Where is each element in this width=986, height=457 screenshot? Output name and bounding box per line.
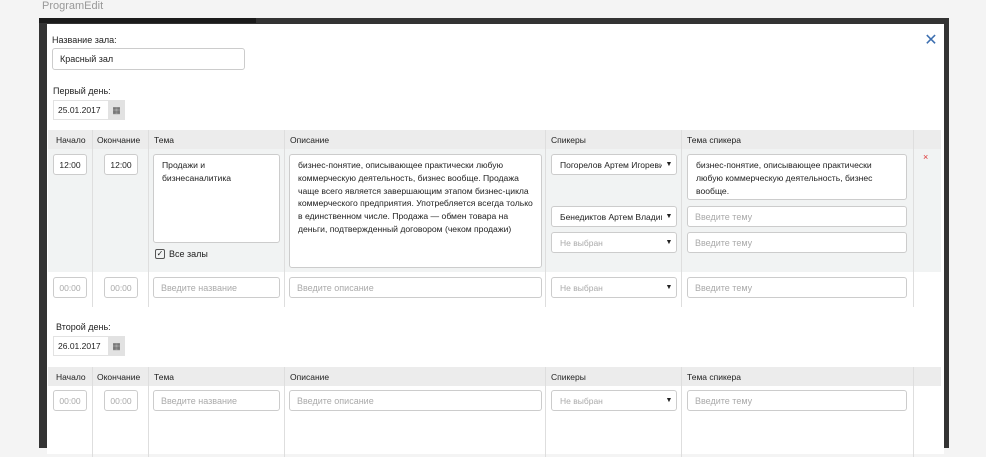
checkbox-check-icon[interactable]: ✓ — [155, 249, 165, 259]
col-start: Начало — [56, 135, 86, 145]
col-start: Начало — [56, 372, 86, 382]
col-speakers: Спикеры — [551, 372, 586, 382]
session-start-input[interactable]: 12:00 — [53, 154, 87, 175]
col-speaker-topic: Тема спикера — [687, 135, 741, 145]
col-divider — [913, 367, 914, 457]
new-speaker-select-value: Не выбран — [560, 282, 603, 293]
speaker-topic-input-2[interactable]: Введите тему — [687, 206, 907, 227]
day2-topic-input[interactable]: Введите название — [153, 390, 280, 411]
session-description-input[interactable]: бизнес-понятие, описывающее практически … — [289, 154, 542, 268]
col-divider — [148, 130, 149, 307]
day2-end-input[interactable]: 00:00 — [104, 390, 138, 411]
col-topic: Тема — [154, 372, 175, 382]
close-icon[interactable]: ✕ — [924, 33, 938, 49]
col-divider — [681, 367, 682, 457]
calendar-icon[interactable]: ▦ — [108, 336, 125, 356]
day1-date-value[interactable]: 25.01.2017 — [53, 100, 108, 120]
window-title: ProgramEdit — [42, 0, 104, 12]
day2-speaker-select[interactable]: Не выбран ▼ — [551, 390, 677, 411]
modal-backdrop: ✕ Название зала: Красный зал Первый день… — [39, 18, 949, 457]
speaker-select-1[interactable]: Погорелов Артем Игоревич ▼ — [551, 154, 677, 175]
day2-description-input[interactable]: Введите описание — [289, 390, 542, 411]
col-description: Описание — [290, 372, 330, 382]
day2-speaker-select-value: Не выбран — [560, 395, 603, 406]
col-divider — [284, 130, 285, 307]
col-end: Окончание — [97, 372, 141, 382]
day1-table-header: Начало Окончание Тема Описание Спикеры Т… — [48, 130, 941, 149]
new-description-input[interactable]: Введите описание — [289, 277, 542, 298]
day2-speaker-topic-input[interactable]: Введите тему — [687, 390, 907, 411]
delete-icon[interactable]: × — [923, 152, 928, 162]
col-divider — [545, 130, 546, 307]
chevron-down-icon[interactable]: ▼ — [662, 239, 676, 246]
new-start-input[interactable]: 00:00 — [53, 277, 87, 298]
chevron-down-icon[interactable]: ▼ — [662, 397, 676, 404]
day2-table-header: Начало Окончание Тема Описание Спикеры Т… — [48, 367, 941, 386]
new-topic-input[interactable]: Введите название — [153, 277, 280, 298]
day2-label: Второй день: — [56, 322, 111, 332]
calendar-icon[interactable]: ▦ — [108, 100, 125, 120]
new-speaker-topic-input[interactable]: Введите тему — [687, 277, 907, 298]
col-speaker-topic: Тема спикера — [687, 372, 741, 382]
hall-name-input[interactable]: Красный зал — [52, 48, 245, 70]
speaker-topic-input-new[interactable]: Введите тему — [687, 232, 907, 253]
chevron-down-icon[interactable]: ▼ — [662, 284, 676, 291]
chevron-down-icon[interactable]: ▼ — [662, 213, 676, 220]
col-divider — [148, 367, 149, 457]
col-divider — [284, 367, 285, 457]
new-speaker-select[interactable]: Не выбран ▼ — [551, 277, 677, 298]
col-divider — [545, 367, 546, 457]
speaker-topic-input-1[interactable]: бизнес-понятие, описывающее практически … — [687, 154, 907, 200]
col-divider — [681, 130, 682, 307]
chevron-down-icon[interactable]: ▼ — [662, 161, 676, 168]
day2-date-picker[interactable]: 26.01.2017 ▦ — [53, 336, 125, 356]
new-end-input[interactable]: 00:00 — [104, 277, 138, 298]
progress-accent — [39, 18, 256, 23]
day2-start-input[interactable]: 00:00 — [53, 390, 87, 411]
all-halls-checkbox[interactable]: ✓ Все залы — [155, 249, 208, 259]
col-description: Описание — [290, 135, 330, 145]
speaker-select-new[interactable]: Не выбран ▼ — [551, 232, 677, 253]
speaker-select-1-value: Погорелов Артем Игоревич — [560, 159, 662, 170]
col-divider — [92, 367, 93, 457]
all-halls-label: Все залы — [169, 249, 208, 259]
col-divider — [92, 130, 93, 307]
day2-date-value[interactable]: 26.01.2017 — [53, 336, 108, 356]
session-topic-input[interactable]: Продажи и бизнесаналитика — [153, 154, 280, 243]
speaker-select-2-value: Бенедиктов Артем Владимирович — [560, 211, 662, 222]
col-topic: Тема — [154, 135, 175, 145]
hall-name-label: Название зала: — [52, 35, 117, 45]
col-speakers: Спикеры — [551, 135, 586, 145]
day1-date-picker[interactable]: 25.01.2017 ▦ — [53, 100, 125, 120]
speaker-select-2[interactable]: Бенедиктов Артем Владимирович ▼ — [551, 206, 677, 227]
col-divider — [913, 130, 914, 307]
speaker-select-new-value: Не выбран — [560, 237, 603, 248]
day1-label: Первый день: — [53, 86, 111, 96]
session-end-input[interactable]: 12:00 — [104, 154, 138, 175]
col-end: Окончание — [97, 135, 141, 145]
program-edit-modal: ✕ Название зала: Красный зал Первый день… — [47, 24, 944, 457]
